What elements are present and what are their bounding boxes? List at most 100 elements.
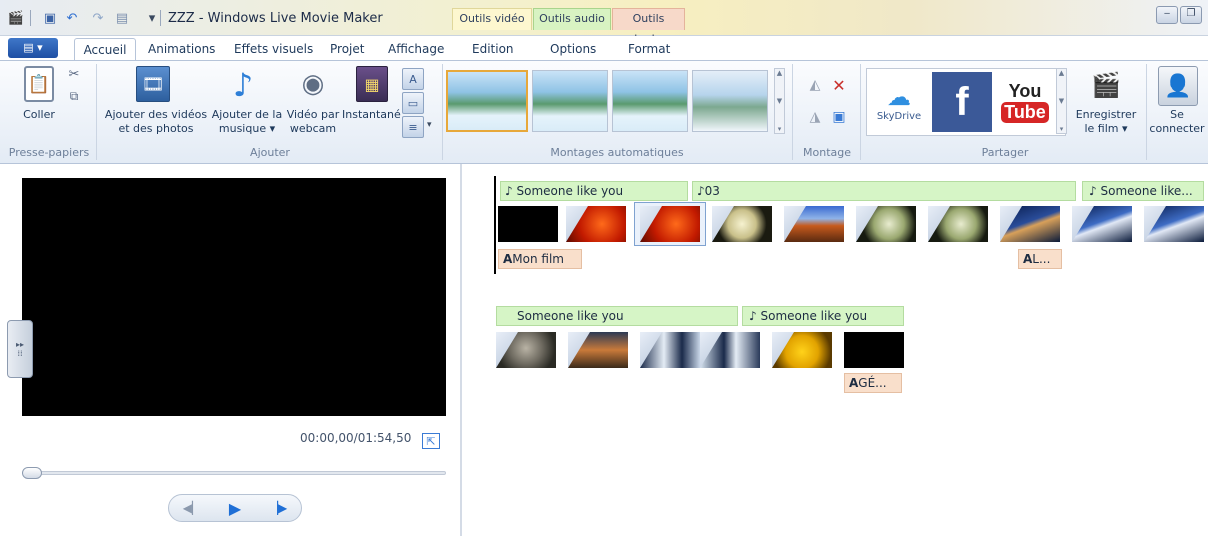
remove-icon[interactable]: ✕: [830, 76, 848, 95]
add-title-icon[interactable]: A: [402, 68, 424, 90]
add-music-icon[interactable]: ♪: [228, 66, 258, 104]
credits-dropdown-icon[interactable]: ▾: [427, 120, 432, 130]
photo-clip-thumbnail[interactable]: [640, 206, 700, 242]
snapshot-button[interactable]: Instantané: [342, 108, 401, 122]
caption-clip[interactable]: AL...: [1018, 249, 1062, 269]
photo-clip-thumbnail[interactable]: [784, 206, 844, 242]
scroll-up-icon[interactable]: ▲: [777, 69, 782, 77]
restore-button[interactable]: ❐: [1180, 6, 1202, 24]
save-movie-icon[interactable]: 🎬: [1090, 66, 1122, 104]
photo-clip-thumbnail[interactable]: [568, 332, 628, 368]
share-gallery-scroll[interactable]: ▲ ▼ ▾: [1056, 68, 1067, 134]
video-preview[interactable]: [22, 178, 446, 416]
minimize-button[interactable]: ‒: [1156, 6, 1178, 24]
photo-clip-thumbnail[interactable]: [700, 332, 760, 368]
save-icon[interactable]: ▣: [42, 10, 58, 26]
video-clip-thumbnail[interactable]: [498, 206, 558, 242]
audio-clip[interactable]: ♪ Someone like you: [500, 181, 688, 201]
photo-clip-thumbnail[interactable]: [1072, 206, 1132, 242]
youtube-logo-you: You: [1008, 81, 1042, 101]
add-credits-icon[interactable]: ≡: [402, 116, 424, 138]
cut-icon[interactable]: ✂: [66, 66, 82, 82]
quick-access-more-icon[interactable]: ▤: [114, 10, 130, 26]
scroll-down-icon[interactable]: ▼: [1059, 97, 1064, 105]
save-movie-button[interactable]: Enregistrer le film ▾: [1072, 108, 1140, 136]
tab-animations[interactable]: Animations: [148, 38, 215, 61]
text-a-icon: A: [1023, 252, 1033, 266]
gallery-more-icon[interactable]: ▾: [1060, 125, 1064, 133]
photo-clip-thumbnail[interactable]: [496, 332, 556, 368]
audio-clip[interactable]: ♪03: [692, 181, 1076, 201]
photo-clip-thumbnail[interactable]: [566, 206, 626, 242]
automovie-gallery-scroll[interactable]: ▲ ▼ ▾: [774, 68, 785, 134]
tab-format[interactable]: Format: [628, 38, 670, 61]
audio-clip[interactable]: ♪ Someone like...: [1082, 181, 1204, 201]
tab-projet[interactable]: Projet: [330, 38, 364, 61]
add-videos-photos-button[interactable]: Ajouter des vidéos et des photos: [104, 108, 208, 136]
add-music-button[interactable]: Ajouter de la musique ▾: [210, 108, 284, 136]
music-note-icon: ♪: [505, 184, 513, 198]
copy-icon[interactable]: ⧉: [66, 88, 82, 104]
select-all-icon[interactable]: ▣: [830, 108, 848, 126]
playhead-cursor[interactable]: [494, 176, 496, 274]
undo-icon[interactable]: ↶: [64, 10, 80, 26]
tab-effets-visuels[interactable]: Effets visuels: [234, 38, 313, 61]
video-clip-thumbnail[interactable]: [844, 332, 904, 368]
paste-icon[interactable]: 📋: [24, 66, 54, 102]
photo-clip-thumbnail[interactable]: [928, 206, 988, 242]
rotate-right-icon[interactable]: ◮: [806, 108, 824, 126]
skydrive-button[interactable]: ☁ SkyDrive: [870, 72, 928, 132]
audio-clip-label: Someone like...: [1100, 184, 1193, 198]
title-clip[interactable]: AMon film: [498, 249, 582, 269]
photo-clip-thumbnail[interactable]: [1000, 206, 1060, 242]
add-videos-photos-icon[interactable]: 🎞: [136, 66, 170, 102]
audio-clip[interactable]: Someone like you: [496, 306, 738, 326]
application-menu-button[interactable]: ▤ ▾: [8, 38, 58, 58]
photo-clip-thumbnail[interactable]: [1144, 206, 1204, 242]
automovie-theme-default[interactable]: [446, 70, 528, 132]
gallery-more-icon[interactable]: ▾: [778, 125, 782, 133]
automovie-theme-3[interactable]: [612, 70, 688, 132]
add-music-label-line2: musique ▾: [218, 122, 276, 135]
sign-in-button[interactable]: Se connecter: [1148, 108, 1206, 136]
photo-clip-thumbnail[interactable]: [856, 206, 916, 242]
paste-button-label[interactable]: Coller: [18, 108, 60, 122]
group-separator: [792, 64, 793, 160]
add-caption-icon[interactable]: ▭: [402, 92, 424, 114]
rotate-left-icon[interactable]: ◭: [806, 76, 824, 94]
previous-frame-icon[interactable]: ◀▏: [183, 501, 201, 515]
tab-accueil[interactable]: Accueil: [74, 38, 136, 61]
music-note-icon: ♪: [697, 184, 705, 198]
user-avatar-icon[interactable]: 👤: [1158, 66, 1198, 106]
redo-icon[interactable]: ↷: [90, 10, 106, 26]
facebook-icon[interactable]: f: [932, 72, 992, 132]
automovie-theme-4[interactable]: [692, 70, 768, 132]
photo-clip-thumbnail[interactable]: [640, 332, 700, 368]
caption-clip[interactable]: AGÉ...: [844, 373, 902, 393]
webcam-icon[interactable]: ◉: [298, 64, 328, 104]
play-icon[interactable]: ▶: [229, 499, 241, 518]
customize-toolbar-icon[interactable]: ▾: [144, 10, 160, 26]
seek-slider[interactable]: [22, 471, 446, 475]
scroll-up-icon[interactable]: ▲: [1059, 69, 1064, 77]
tab-edition[interactable]: Edition: [472, 38, 514, 61]
pane-splitter-handle[interactable]: ▸▸ ⁞⁞: [7, 320, 33, 378]
youtube-button[interactable]: You Tube: [996, 72, 1054, 132]
snapshot-icon[interactable]: ▦: [356, 66, 388, 102]
fullscreen-icon[interactable]: ⇱: [422, 433, 440, 449]
seek-slider-thumb[interactable]: [22, 467, 42, 479]
group-label-clipboard: Presse-papiers: [8, 146, 90, 159]
webcam-video-button[interactable]: Vidéo par webcam: [286, 108, 340, 136]
context-tab-audio-tools: Outils audio: [533, 8, 611, 30]
photo-clip-thumbnail[interactable]: [772, 332, 832, 368]
tab-options[interactable]: Options: [550, 38, 596, 61]
music-note-icon: ♪: [749, 309, 757, 323]
add-music-label-line1: Ajouter de la: [211, 108, 283, 121]
tab-affichage[interactable]: Affichage: [388, 38, 444, 61]
app-icon[interactable]: 🎬: [8, 10, 24, 26]
automovie-theme-2[interactable]: [532, 70, 608, 132]
scroll-down-icon[interactable]: ▼: [777, 97, 782, 105]
audio-clip[interactable]: ♪ Someone like you: [742, 306, 904, 326]
next-frame-icon[interactable]: ▕▶: [269, 501, 287, 515]
photo-clip-thumbnail[interactable]: [712, 206, 772, 242]
